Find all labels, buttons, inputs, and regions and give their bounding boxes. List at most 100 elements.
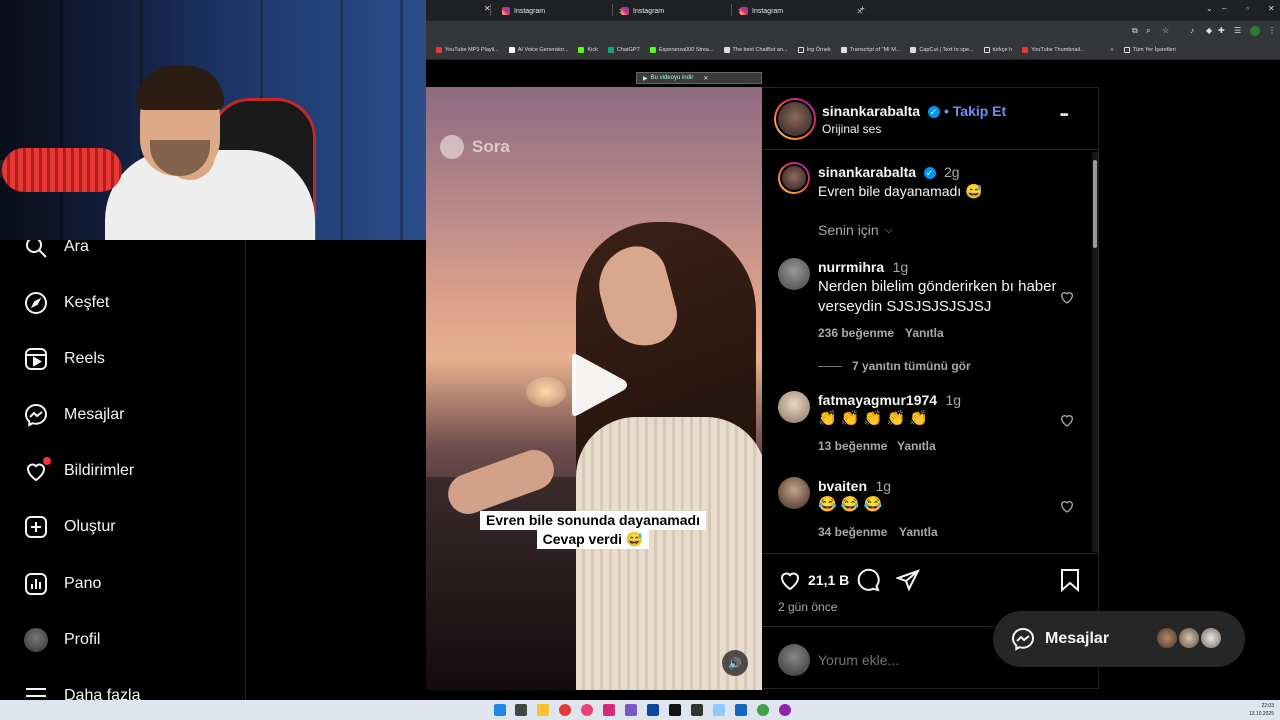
comment-likes[interactable]: 34 beğenme [818, 525, 887, 539]
video-caption: Evren bile sonunda dayanamadı Cevap verd… [473, 511, 713, 549]
heart-icon [24, 457, 51, 483]
sidebar-item-explore[interactable]: Keşfet [24, 291, 109, 315]
sidebar-item-notifications[interactable]: Bildirimler [24, 457, 134, 483]
follow-button[interactable]: Takip Et [953, 103, 1006, 119]
capcut-icon[interactable] [691, 704, 703, 716]
app-icon[interactable] [779, 704, 791, 716]
play-icon[interactable] [564, 352, 628, 418]
messages-floating-button[interactable]: Mesajlar [993, 611, 1245, 667]
comment-like-icon[interactable] [1059, 412, 1075, 428]
task-view-icon[interactable] [515, 704, 527, 716]
sidebar-icon[interactable]: ☰ [1234, 26, 1241, 35]
app-icon[interactable] [735, 704, 747, 716]
bookmarks-more-button[interactable]: » [1111, 47, 1114, 53]
extension-icon[interactable]: ◆ [1206, 26, 1212, 35]
post-detail-panel: sinankarabalta ✓ • Takip Et Orijinal ses… [762, 87, 1099, 689]
app-icon[interactable] [559, 704, 571, 716]
photoshop-icon[interactable] [647, 704, 659, 716]
app-icon[interactable] [581, 704, 593, 716]
comment-icon[interactable] [856, 568, 880, 597]
maximize-icon[interactable]: ▫ [1246, 4, 1249, 13]
comment-like-icon[interactable] [1059, 289, 1075, 305]
app-icon[interactable] [713, 704, 725, 716]
sidebar-item-search[interactable]: Ara [24, 240, 89, 259]
bookmark-item[interactable]: YouTube Thumbnail... [1022, 47, 1085, 53]
sidebar-item-profile[interactable]: Profil [24, 628, 100, 652]
comment-avatar[interactable] [778, 477, 810, 509]
bookmark-item[interactable]: ChatGPT [607, 47, 640, 53]
author-avatar[interactable] [774, 98, 816, 140]
view-replies-button[interactable]: 7 yanıtın tümünü gör [852, 359, 971, 373]
caption-line: Evren bile sonunda dayanamadı [480, 511, 706, 530]
discord-icon[interactable] [625, 704, 637, 716]
comment-avatar[interactable] [778, 258, 810, 290]
close-tab-icon[interactable]: ✕ [484, 4, 491, 13]
reel-video[interactable]: Sora Evren bile sonunda dayanamadı Cevap… [426, 87, 762, 690]
bookmark-item[interactable]: AI Voice Generator... [508, 47, 568, 53]
comment-likes[interactable]: 13 beğenme [818, 439, 887, 453]
start-icon[interactable] [494, 704, 506, 716]
bookmark-item[interactable]: Kick [578, 47, 598, 53]
comment-likes[interactable]: 236 beğenme [818, 326, 894, 340]
like-count[interactable]: 21,1 B [808, 572, 849, 588]
comment-filter-dropdown[interactable]: Senin için ⌵ [818, 222, 892, 238]
bookmark-item[interactable]: The best ChatBot an... [723, 47, 788, 53]
close-window-icon[interactable]: ✕ [1268, 4, 1275, 13]
file-explorer-icon[interactable] [537, 704, 549, 716]
volume-icon[interactable]: 🔊 [722, 650, 748, 676]
like-icon[interactable] [778, 568, 802, 597]
bookmark-item[interactable]: CapCut | Text to spe... [910, 47, 974, 53]
audio-label[interactable]: Orijinal ses [822, 122, 881, 136]
download-banner-label: Bu videoyu indir [650, 75, 694, 81]
more-options-icon[interactable]: ••• [1060, 110, 1068, 121]
video-download-banner[interactable]: ▶ Bu videoyu indir ✕ [636, 72, 762, 84]
tab-search-icon[interactable]: ⌄ [1206, 4, 1213, 13]
sidebar-item-more[interactable]: Daha fazla [24, 684, 141, 700]
zoom-icon[interactable]: ⌕ [1146, 26, 1150, 36]
reply-button[interactable]: Yanıtla [897, 439, 936, 453]
sidebar-item-create[interactable]: Oluştur [24, 515, 116, 539]
close-icon[interactable]: ✕ [703, 75, 708, 82]
bookmark-star-icon[interactable]: ☆ [1162, 26, 1169, 35]
bookmark-item[interactable]: YouTube MP3 Playli... [436, 47, 499, 53]
sidebar-item-label: Reels [64, 350, 105, 367]
scrollbar-thumb[interactable] [1093, 160, 1097, 248]
comment-username[interactable]: fatmayagmur1974 [818, 392, 937, 408]
comment-like-icon[interactable] [1059, 498, 1075, 514]
reply-button[interactable]: Yanıtla [905, 326, 944, 340]
share-icon[interactable] [895, 568, 920, 597]
comment-username[interactable]: bvaiten [818, 478, 867, 494]
avatar-icon [24, 628, 48, 652]
profile-avatar-icon[interactable] [1250, 26, 1260, 36]
sidebar-item-dashboard[interactable]: Pano [24, 572, 101, 596]
caption-username[interactable]: sinankarabalta [818, 164, 916, 180]
system-clock[interactable]: 22:03 13.10.2025 [1249, 702, 1274, 718]
bookmark-folder[interactable]: İng Örnek [797, 47, 831, 53]
browser-tab[interactable]: Instagram ✕ [621, 3, 744, 19]
sidebar-item-reels[interactable]: Reels [24, 347, 105, 371]
tiktok-icon[interactable] [669, 704, 681, 716]
minimize-icon[interactable]: – [1222, 4, 1226, 13]
author-username[interactable]: sinankarabalta [822, 103, 920, 119]
browser-tab-active[interactable]: Instagram ✕ [740, 3, 863, 19]
save-icon[interactable] [1058, 568, 1082, 597]
all-bookmarks-button[interactable]: Tüm Yer İşaretleri [1123, 47, 1176, 53]
comment-avatar[interactable] [778, 391, 810, 423]
notification-dot [43, 457, 51, 465]
media-icon[interactable]: ♪ [1190, 26, 1194, 35]
new-tab-button[interactable]: + [860, 4, 865, 13]
bookmark-folder[interactable]: türkçe h [983, 47, 1012, 53]
instagram-app-icon[interactable] [603, 704, 615, 716]
sidebar-item-messages[interactable]: Mesajlar [24, 403, 124, 427]
bookmark-item[interactable]: Transcript of "MI M... [840, 47, 900, 53]
reply-button[interactable]: Yanıtla [899, 525, 938, 539]
browser-tab[interactable]: Instagram ✕ [502, 3, 625, 19]
browser-menu-icon[interactable]: ⋮ [1268, 26, 1276, 35]
puzzle-icon[interactable]: ✚ [1218, 26, 1225, 35]
comment-username[interactable]: nurrmihra [818, 259, 884, 275]
bookmark-item[interactable]: Esperanza000 Strea... [649, 47, 714, 53]
chrome-icon[interactable] [757, 704, 769, 716]
caption-avatar[interactable] [778, 162, 810, 194]
install-app-icon[interactable]: ⧉ [1132, 26, 1138, 36]
comment-header: bvaiten 1g [818, 478, 891, 496]
